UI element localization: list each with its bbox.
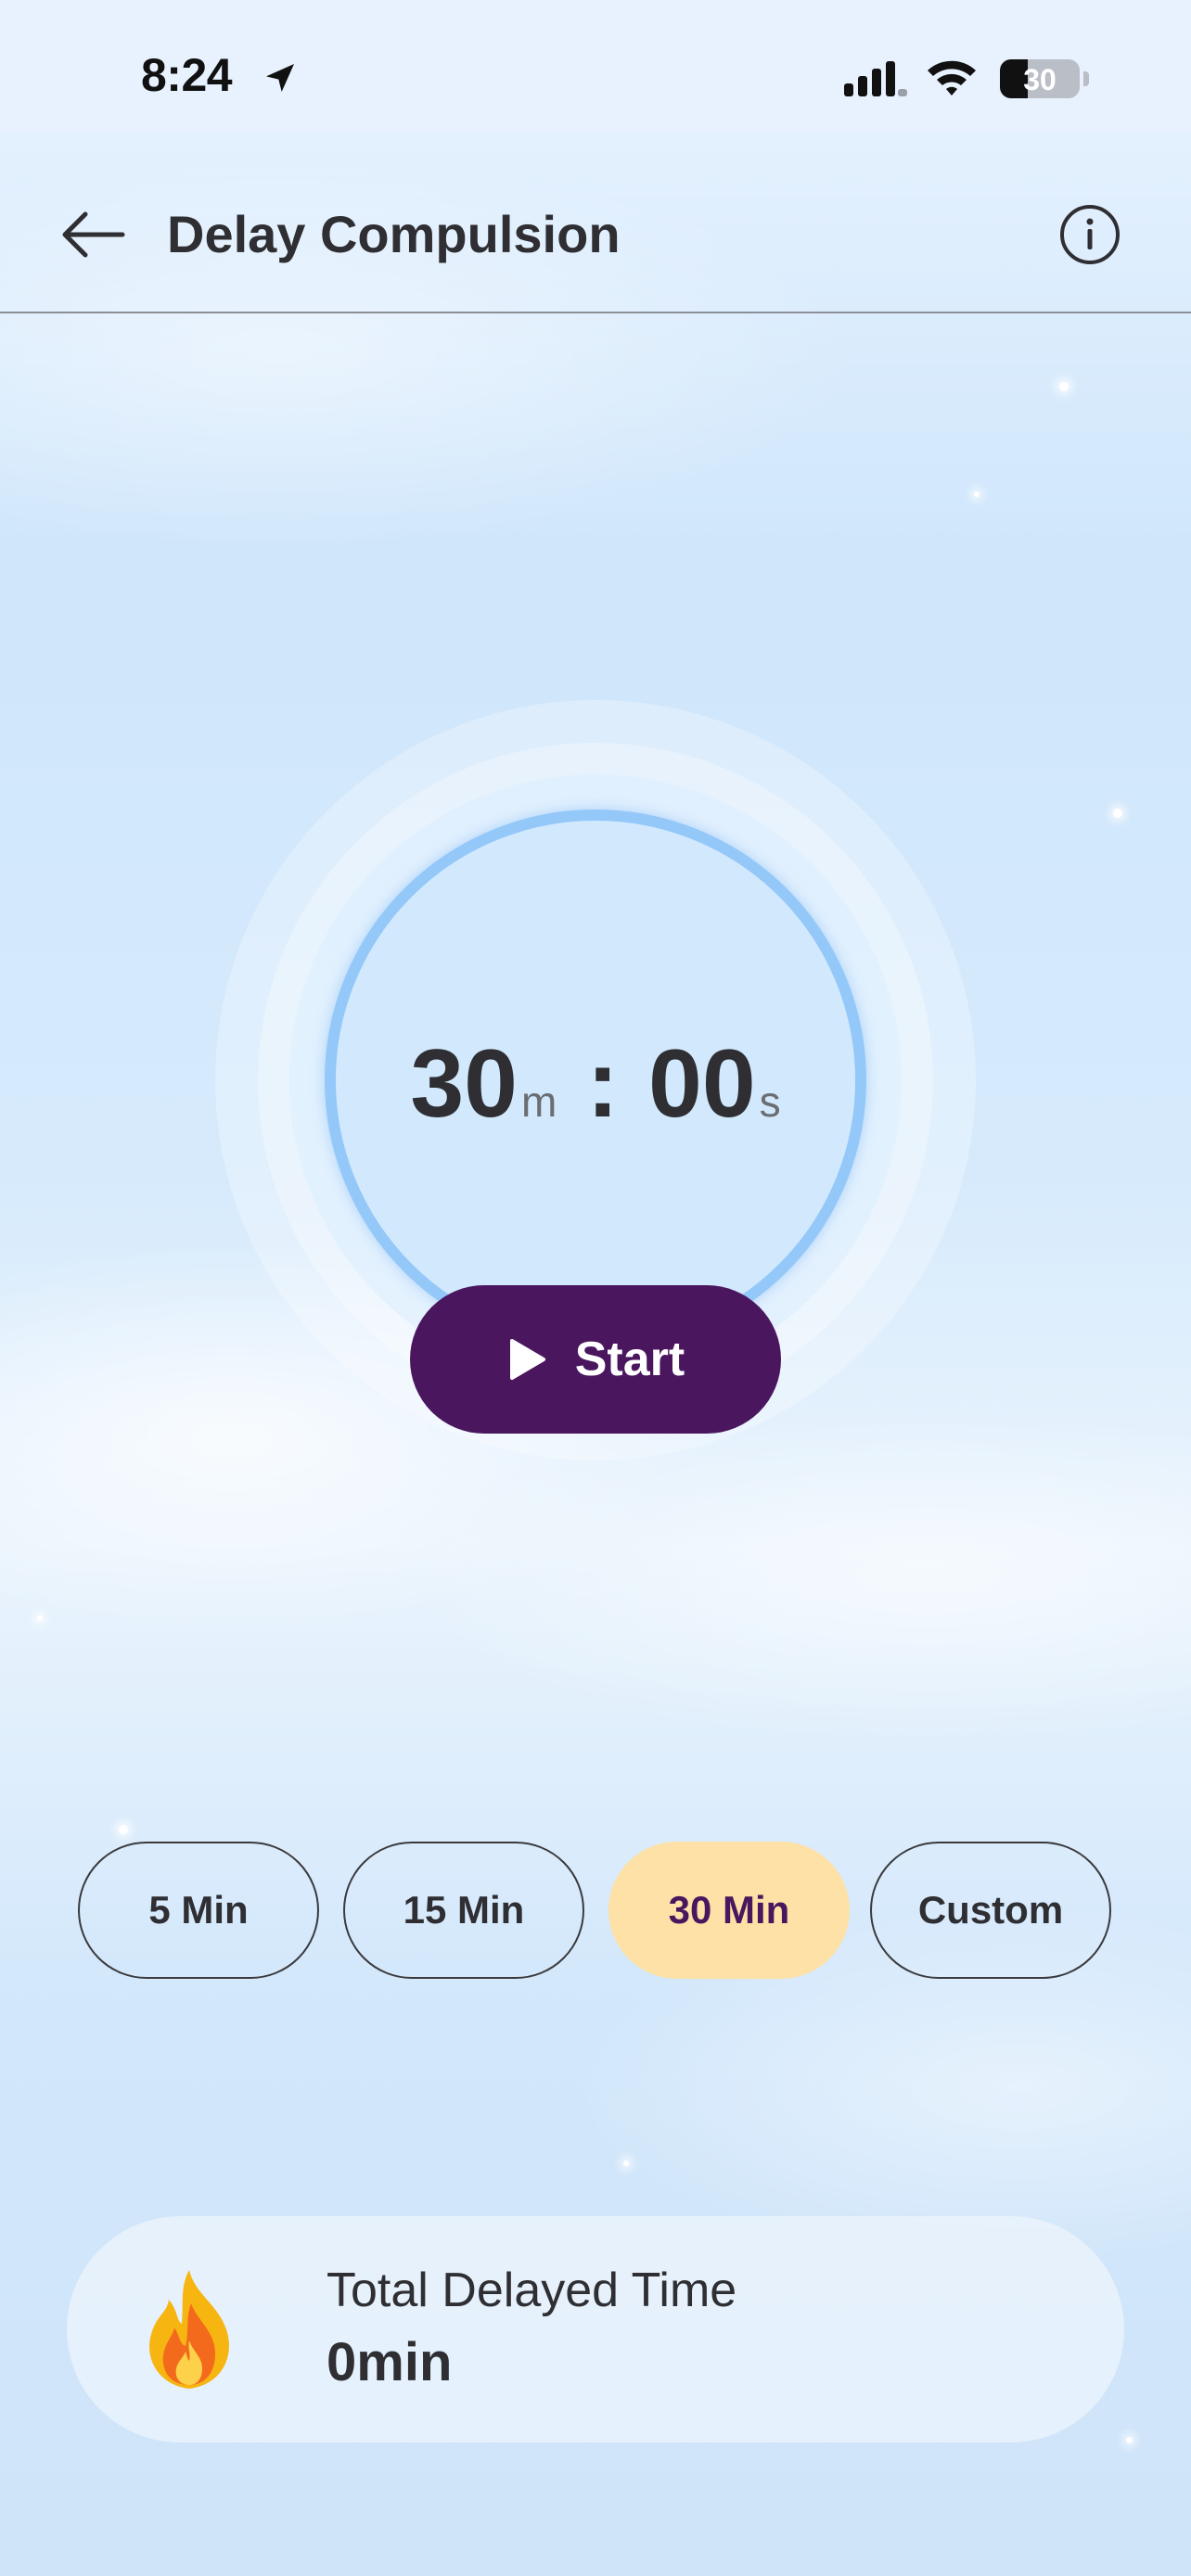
play-icon (509, 1339, 545, 1380)
sparkle (1059, 382, 1069, 391)
preset-15-min-button[interactable]: 15 Min (343, 1842, 584, 1979)
timer-seconds-unit: s (759, 1078, 781, 1126)
status-bar: 8:24 30 (0, 0, 1191, 132)
total-delayed-time-value: 0min (327, 2332, 453, 2392)
back-arrow-icon[interactable] (58, 206, 128, 263)
sparkle (974, 491, 980, 497)
sparkle (1113, 809, 1122, 818)
preset-30-min-button[interactable]: 30 Min (608, 1842, 850, 1979)
cellular-signal-icon (844, 61, 907, 96)
sparkle (37, 1615, 43, 1621)
timer-seconds: 00 (647, 1030, 756, 1138)
timer-minutes-unit: m (521, 1078, 557, 1126)
preset-5-min-button[interactable]: 5 Min (78, 1842, 319, 1979)
sparkle (119, 1825, 128, 1834)
preset-custom-button[interactable]: Custom (870, 1842, 1111, 1979)
fire-icon (149, 2270, 229, 2389)
info-icon[interactable] (1057, 202, 1122, 267)
battery-tip (1083, 71, 1089, 86)
battery-indicator: 30 (1000, 59, 1080, 98)
sparkle (623, 2161, 629, 2166)
top-bar: Delay Compulsion (0, 132, 1191, 313)
page-title: Delay Compulsion (167, 205, 621, 263)
total-delayed-time-card: Total Delayed Time 0min (67, 2216, 1124, 2442)
total-delayed-time-label: Total Delayed Time (327, 2264, 737, 2317)
start-button-label: Start (574, 1333, 685, 1386)
timer-separator: : (586, 1030, 619, 1138)
sparkle (1126, 2437, 1133, 2443)
battery-level: 30 (1023, 63, 1057, 96)
start-button[interactable]: Start (410, 1285, 781, 1434)
status-time: 8:24 (141, 49, 233, 101)
timer-minutes: 30 (410, 1030, 519, 1138)
timer-display: 30m:00s (325, 1029, 866, 1140)
location-arrow-icon (266, 64, 294, 92)
wifi-icon (928, 60, 976, 96)
